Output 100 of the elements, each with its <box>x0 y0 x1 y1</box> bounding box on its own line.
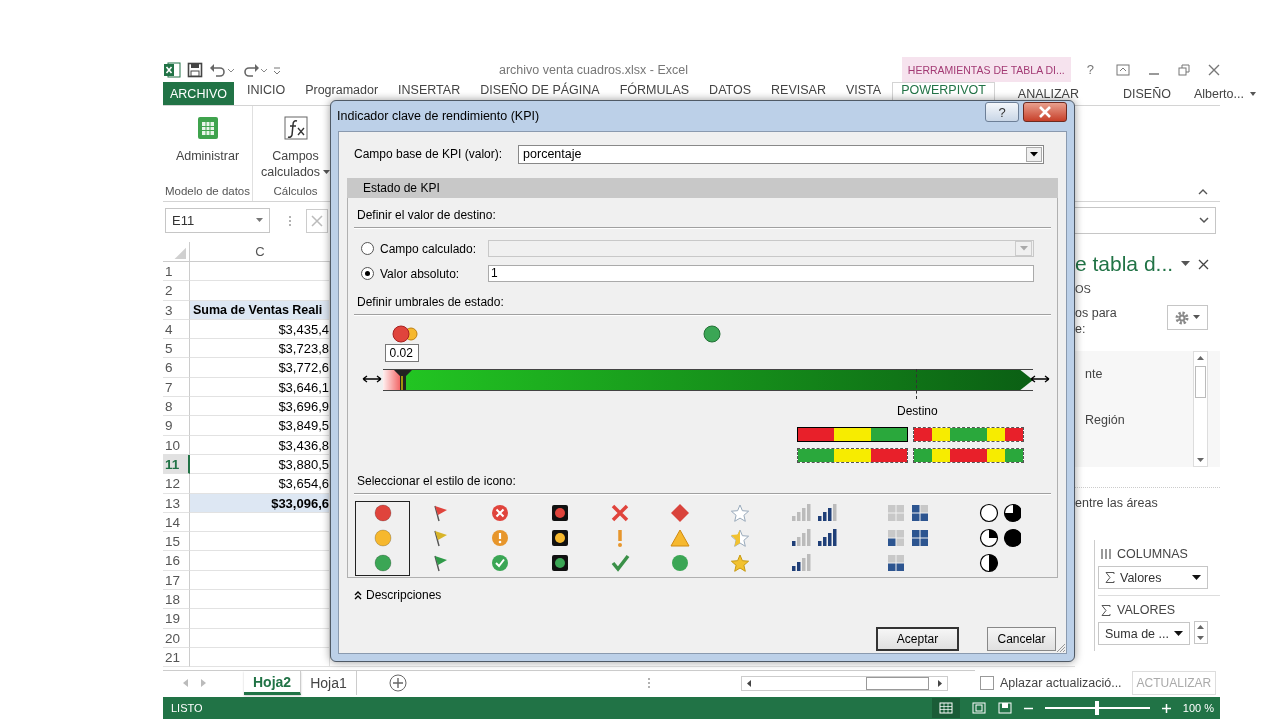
row-header[interactable]: 14 <box>163 512 190 533</box>
ok-button[interactable]: Aceptar <box>876 627 959 651</box>
field-item[interactable]: Región <box>1075 413 1193 427</box>
row-header[interactable]: 21 <box>163 647 190 668</box>
field-item[interactable]: nte <box>1075 367 1193 381</box>
calculated-fields-button[interactable]: Campos calculados <box>259 112 333 185</box>
normal-view-icon[interactable] <box>931 698 960 718</box>
radio-label[interactable]: Valor absoluto: <box>380 266 488 281</box>
row-header[interactable]: 10 <box>163 435 190 455</box>
undo-icon[interactable] <box>209 62 235 77</box>
page-layout-icon[interactable] <box>971 702 986 714</box>
tools-button[interactable] <box>1167 305 1208 330</box>
color-band-option[interactable] <box>913 448 1024 463</box>
collapse-icon[interactable] <box>354 590 362 600</box>
pane-tab[interactable]: OS <box>1075 283 1220 295</box>
row-header[interactable]: 1 <box>163 262 190 282</box>
color-band-option[interactable] <box>797 448 908 463</box>
help-button[interactable]: ? <box>1082 62 1098 77</box>
row-header[interactable]: 19 <box>163 609 190 629</box>
threshold-handle[interactable] <box>393 370 412 390</box>
caret-icon[interactable] <box>1248 90 1257 97</box>
user-name[interactable]: Alberto... <box>1193 86 1244 101</box>
ribbon-tab[interactable]: DISEÑO DE PÁGINA <box>471 82 609 105</box>
zoom-thumb[interactable] <box>1095 701 1100 715</box>
ribbon-tab[interactable]: REVISAR <box>762 82 835 105</box>
ribbon-tab[interactable]: INSERTAR <box>389 82 470 105</box>
ribbon-tab[interactable]: FÓRMULAS <box>610 82 699 105</box>
customize-toolbar-icon[interactable] <box>273 64 281 75</box>
caret-icon <box>323 169 331 175</box>
collapse-ribbon-icon[interactable] <box>1198 188 1208 195</box>
sheet-tab[interactable]: Hoja1 <box>301 671 357 695</box>
ribbon-tab[interactable]: INICIO <box>237 82 295 105</box>
row-header[interactable]: 6 <box>163 358 190 378</box>
row-header[interactable]: 17 <box>163 570 190 591</box>
color-band-option[interactable] <box>797 427 908 442</box>
add-sheet-icon[interactable] <box>388 674 407 692</box>
close-button[interactable] <box>1023 102 1067 122</box>
restore-icon[interactable] <box>1178 63 1190 76</box>
area-item[interactable]: Valores <box>1098 566 1208 589</box>
ribbon-tab[interactable]: DATOS <box>700 82 761 105</box>
manage-button[interactable]: Administrar <box>173 112 242 185</box>
row-header[interactable]: 20 <box>163 628 190 648</box>
icon-style-option[interactable] <box>355 501 410 576</box>
save-icon[interactable] <box>187 61 203 78</box>
row-header[interactable]: 9 <box>163 416 190 436</box>
row-header[interactable]: 2 <box>163 281 190 301</box>
field-dropdown[interactable] <box>488 240 1034 257</box>
color-band-option[interactable] <box>913 427 1024 442</box>
cancel-button[interactable]: Cancelar <box>987 627 1056 651</box>
file-tab[interactable]: ARCHIVO <box>163 82 234 105</box>
ribbon-tab[interactable]: Programador <box>296 82 388 105</box>
help-button[interactable]: ? <box>985 102 1019 122</box>
double-arrow-icon[interactable] <box>1030 375 1050 383</box>
target-status-icon <box>703 325 721 343</box>
input-field[interactable]: 1 <box>488 265 1034 282</box>
field-label: Campo base de KPI (valor): <box>354 147 503 161</box>
scrollbar[interactable] <box>740 675 948 691</box>
radio-button[interactable] <box>361 267 374 280</box>
sigma-icon <box>1101 604 1111 616</box>
ribbon-tab[interactable]: VISTA <box>836 82 891 105</box>
caret-icon[interactable] <box>1181 261 1191 267</box>
row-header[interactable]: 16 <box>163 551 190 571</box>
pane-title: e tabla d... <box>1075 252 1174 276</box>
caret-icon <box>1173 630 1183 637</box>
redo-icon[interactable] <box>241 62 267 77</box>
descriptions-toggle[interactable]: Descripciones <box>366 588 442 602</box>
area-item[interactable]: Suma de ... <box>1098 622 1190 645</box>
zoom-in-icon[interactable] <box>1161 703 1171 713</box>
row-header[interactable]: 5 <box>163 339 190 359</box>
sheet-tab[interactable]: Hoja2 <box>244 671 302 695</box>
scrollbar[interactable] <box>1193 351 1208 467</box>
row-header[interactable]: 15 <box>163 532 190 552</box>
name-box[interactable]: E11 <box>165 208 270 233</box>
status-text: LISTO <box>171 702 203 714</box>
row-header[interactable]: 18 <box>163 590 190 610</box>
scrollbar-thumb[interactable] <box>1195 366 1206 398</box>
row-header[interactable]: 4 <box>163 319 190 340</box>
double-arrow-icon[interactable] <box>362 375 382 383</box>
radio-button[interactable] <box>361 242 374 255</box>
zoom-level[interactable]: 100 % <box>1182 702 1214 714</box>
radio-label[interactable]: Campo calculado: <box>380 241 488 256</box>
page-break-icon[interactable] <box>997 702 1012 714</box>
checkbox-label[interactable]: Aplazar actualizació... <box>1000 675 1122 690</box>
close-icon[interactable] <box>1208 63 1220 76</box>
spinner[interactable] <box>1193 621 1208 644</box>
row-header[interactable]: 12 <box>163 474 190 494</box>
threshold-value[interactable]: 0.02 <box>384 344 419 362</box>
resize-grip-icon[interactable] <box>1056 643 1066 653</box>
checkbox[interactable] <box>980 675 994 690</box>
section-heading: Seleccionar el estilo de icono: <box>357 474 517 488</box>
dropdown-arrow-icon <box>1019 246 1028 251</box>
close-icon[interactable] <box>1198 258 1210 270</box>
row-header[interactable]: 7 <box>163 377 190 398</box>
row-header[interactable]: 8 <box>163 397 190 417</box>
base-field-dropdown[interactable]: porcentaje <box>518 144 1045 164</box>
scrollbar-thumb[interactable] <box>865 676 929 690</box>
arrow-left-icon <box>744 678 753 688</box>
ribbon-tab[interactable]: ANALIZAR <box>996 82 1100 105</box>
ribbon-display-icon[interactable] <box>1116 63 1130 76</box>
ribbon-tab[interactable]: DISEÑO <box>1102 82 1192 105</box>
